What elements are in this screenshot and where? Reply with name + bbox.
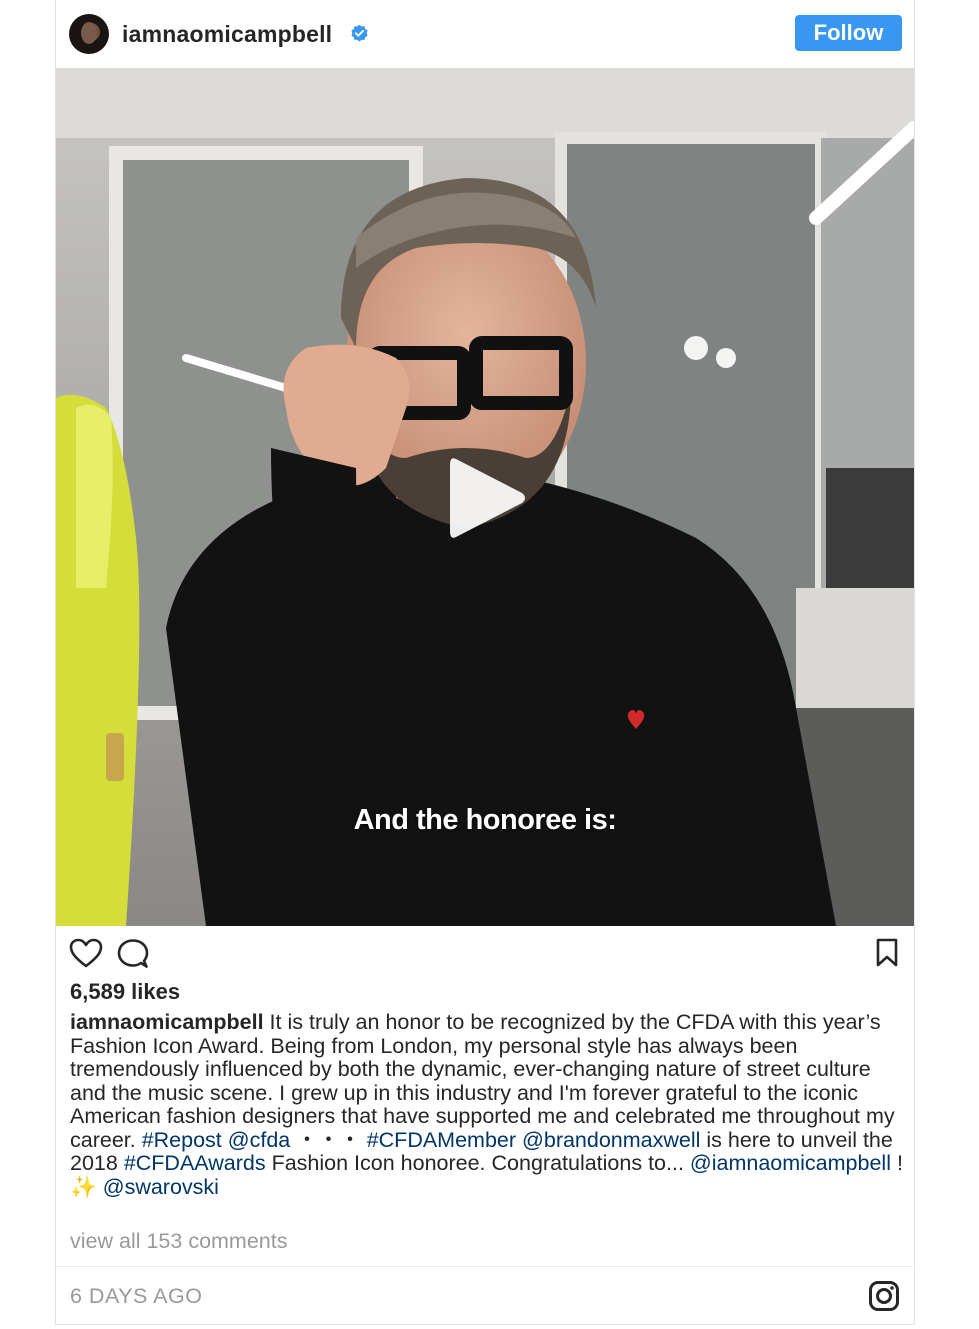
caption-text: Fashion Icon honoree. Congratulations to… [265, 1151, 690, 1175]
caption-username[interactable]: iamnaomicampbell [70, 1010, 264, 1034]
avatar[interactable] [69, 14, 109, 54]
caption-text: ・・・ [290, 1127, 367, 1152]
divider [56, 1266, 914, 1267]
caption-tag-link[interactable]: #CFDAMember [367, 1128, 516, 1152]
bookmark-icon[interactable] [875, 938, 899, 968]
post-video[interactable]: And the honoree is: [56, 68, 914, 926]
verified-badge-icon [351, 24, 368, 42]
follow-button[interactable]: Follow [795, 15, 902, 51]
heart-icon[interactable] [69, 938, 103, 968]
caption-tag-link[interactable]: @brandonmaxwell [522, 1128, 700, 1152]
view-comments-link[interactable]: view all 153 comments [70, 1229, 287, 1254]
play-icon[interactable] [448, 453, 528, 543]
post-username[interactable]: iamnaomicampbell [122, 21, 332, 48]
action-bar [56, 926, 914, 982]
caption-tag-link[interactable]: @cfda [228, 1128, 290, 1152]
caption-tag-link[interactable]: #CFDAAwards [124, 1151, 266, 1175]
caption-tag-link[interactable]: @iamnaomicampbell [690, 1151, 891, 1175]
comment-icon[interactable] [117, 938, 149, 970]
post-header: iamnaomicampbell Follow [56, 0, 914, 68]
instagram-icon[interactable] [868, 1280, 900, 1312]
video-subtitle: And the honoree is: [353, 804, 617, 836]
post-timestamp[interactable]: 6 DAYS AGO [70, 1284, 202, 1309]
post-caption: iamnaomicampbell It is truly an honor to… [70, 1010, 905, 1199]
likes-count[interactable]: 6,589 likes [70, 979, 180, 1005]
caption-tag-link[interactable]: @swarovski [103, 1175, 219, 1199]
caption-body: It is truly an honor to be recognized by… [70, 1010, 903, 1199]
instagram-post-card: iamnaomicampbell Follow And the honoree … [55, 0, 915, 1325]
caption-tag-link[interactable]: #Repost [142, 1128, 222, 1152]
